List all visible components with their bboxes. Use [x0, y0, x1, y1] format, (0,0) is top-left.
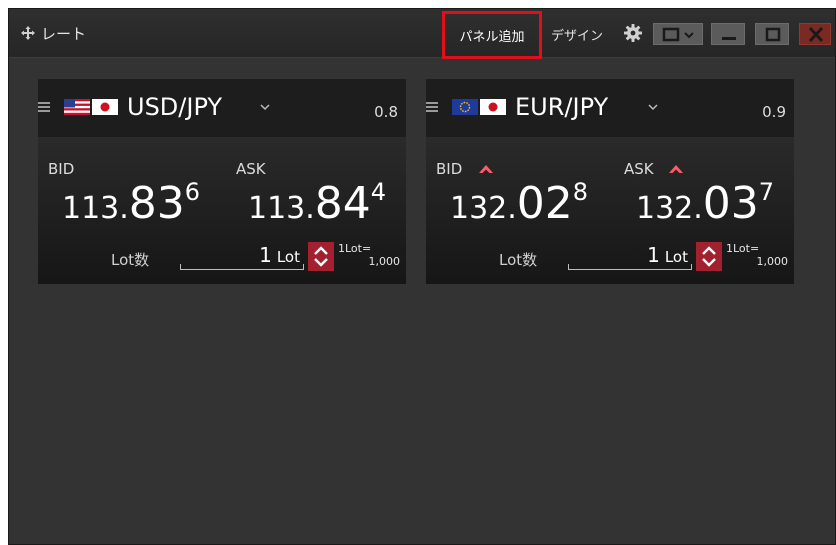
hamburger-icon[interactable]	[426, 101, 438, 113]
layout-dropdown-button[interactable]	[653, 23, 703, 45]
lot-value: 1	[259, 243, 272, 267]
hamburger-icon[interactable]	[38, 101, 50, 113]
minimize-button[interactable]	[711, 23, 745, 45]
up-down-stepper-icon	[702, 246, 716, 267]
panel-body: BID 132.028 ASK 132.037 Lot数 1 Lot 1Lot=…	[426, 138, 794, 284]
gear-icon[interactable]	[624, 24, 642, 42]
spread-value: 0.9	[762, 103, 786, 121]
lot-quantity-input[interactable]: 1 Lot	[180, 242, 304, 270]
maximize-icon	[765, 27, 781, 42]
add-panel-label: パネル追加	[459, 29, 525, 45]
minimize-icon	[722, 37, 736, 40]
rate-panel-eurjpy: EUR/JPY 0.9 BID 132.028 ASK 132.037 Lot数	[426, 79, 794, 284]
up-arrow-icon	[479, 165, 493, 173]
lot-value: 1	[647, 243, 660, 267]
panel-body: BID 113.836 ASK 113.844 Lot数 1 Lot 1Lot= …	[38, 138, 406, 284]
bid-price[interactable]: 132.028	[450, 178, 588, 229]
spread-value: 0.8	[374, 103, 398, 121]
bid-price[interactable]: 113.836	[62, 178, 200, 229]
ask-label: ASK	[624, 160, 654, 178]
close-button[interactable]	[799, 23, 831, 45]
rate-window: レート パネル追加 デザイン USD/JPY 0.8 BID 113.836 A…	[8, 8, 836, 545]
panel-header: USD/JPY 0.8	[38, 79, 406, 138]
chevron-down-icon[interactable]	[648, 103, 658, 111]
bid-label: BID	[436, 160, 463, 178]
lot-label: Lot数	[499, 251, 538, 269]
bid-label: BID	[48, 160, 75, 178]
lot-stepper[interactable]	[308, 242, 334, 271]
move-icon[interactable]	[21, 26, 35, 40]
design-button[interactable]: デザイン	[551, 25, 603, 44]
panel-header: EUR/JPY 0.9	[426, 79, 794, 138]
lot-unit: Lot	[276, 248, 300, 266]
ask-price[interactable]: 113.844	[248, 178, 386, 229]
lot-size-note: 1Lot= 1,000	[726, 242, 788, 268]
chevron-down-icon[interactable]	[260, 103, 270, 111]
lot-label: Lot数	[111, 251, 150, 269]
add-panel-button[interactable]: パネル追加	[442, 11, 542, 59]
rate-panel-usdjpy: USD/JPY 0.8 BID 113.836 ASK 113.844 Lot数…	[38, 79, 406, 284]
us-jp-flag-icon	[64, 99, 118, 115]
currency-pair[interactable]: USD/JPY	[127, 93, 222, 121]
ask-label: ASK	[236, 160, 266, 178]
title-bar[interactable]: レート パネル追加 デザイン	[9, 9, 835, 59]
lot-quantity-input[interactable]: 1 Lot	[568, 242, 692, 270]
lot-size-note: 1Lot= 1,000	[338, 242, 400, 268]
window-title: レート	[41, 25, 87, 43]
eu-jp-flag-icon	[452, 99, 506, 115]
close-icon	[808, 26, 824, 43]
up-arrow-icon	[669, 165, 683, 173]
maximize-button[interactable]	[755, 23, 789, 45]
ask-price[interactable]: 132.037	[636, 178, 774, 229]
lot-stepper[interactable]	[696, 242, 722, 271]
lot-unit: Lot	[664, 248, 688, 266]
currency-pair[interactable]: EUR/JPY	[515, 93, 608, 121]
up-down-stepper-icon	[314, 246, 328, 267]
panel-layout-icon	[662, 27, 694, 42]
